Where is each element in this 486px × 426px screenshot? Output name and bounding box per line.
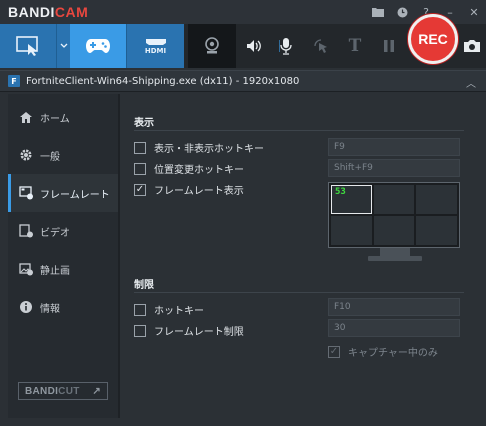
fps-position-grid: 53 (328, 182, 460, 248)
fps-limit-checkbox[interactable] (134, 324, 146, 337)
microphone-button[interactable] (272, 24, 300, 68)
sidebar-item-video[interactable]: ビデオ (8, 212, 118, 250)
sidebar: ホーム 一般 フレームレート ビデオ 静止画 情報 BANDICUT ↗ (8, 94, 118, 418)
position-hotkey-label: 位置変更ホットキー (154, 165, 244, 176)
position-top-center[interactable] (373, 185, 415, 214)
microphone-icon (279, 38, 292, 55)
position-hotkey-field[interactable]: Shift+F9 (328, 159, 460, 177)
display-section-title: 表示 (134, 118, 154, 129)
text-overlay-button[interactable]: T (340, 24, 370, 68)
show-hide-hotkey-field[interactable]: F9 (328, 138, 460, 156)
sidebar-item-label: ホーム (40, 113, 70, 125)
show-fps-checkbox[interactable]: ✓ (134, 183, 146, 196)
info-icon (18, 299, 34, 315)
fps-limit-label: フレームレート制限 (154, 327, 244, 338)
app-logo: BANDICAM (8, 4, 89, 20)
fps-preview-value: 53 (335, 187, 346, 197)
folder-icon[interactable] (366, 0, 390, 24)
gamepad-icon (86, 39, 110, 53)
screen-select-icon (16, 36, 38, 56)
capture-only-option[interactable]: ✓ キャプチャー中のみ (328, 344, 438, 359)
pause-icon (384, 40, 394, 52)
position-bottom-right[interactable] (416, 216, 457, 245)
sidebar-item-general[interactable]: 一般 (8, 136, 118, 174)
screenshot-button[interactable] (459, 24, 485, 68)
show-hide-hotkey-label: 表示・非表示ホットキー (154, 144, 264, 155)
sidebar-item-label: 静止画 (40, 265, 70, 277)
sidebar-item-fps[interactable]: フレームレート (8, 174, 118, 212)
limit-hotkey-label: ホットキー (154, 306, 204, 317)
chevron-down-icon (60, 43, 67, 48)
sidebar-item-label: 一般 (40, 151, 60, 163)
device-mode-button[interactable]: HDMI (126, 24, 184, 68)
bandicut-button[interactable]: BANDICUT ↗ (18, 382, 108, 400)
gear-icon (18, 147, 34, 163)
fps-icon (18, 185, 34, 201)
sidebar-item-home[interactable]: ホーム (8, 98, 118, 136)
title-bar: BANDICAM ? – ✕ (0, 0, 486, 24)
capture-only-checkbox[interactable]: ✓ (328, 345, 340, 358)
target-window-bar[interactable]: F FortniteClient-Win64-Shipping.exe (dx1… (0, 70, 486, 92)
pause-button[interactable] (374, 24, 404, 68)
show-hide-hotkey-option[interactable]: 表示・非表示ホットキー (134, 140, 264, 155)
position-hotkey-option[interactable]: 位置変更ホットキー (134, 161, 244, 176)
position-top-right[interactable] (416, 185, 457, 214)
position-top-left[interactable]: 53 (331, 185, 372, 214)
fps-limit-field[interactable]: 30 (328, 319, 460, 337)
mode-dropdown-button[interactable] (56, 24, 70, 68)
game-mode-button[interactable] (70, 24, 126, 68)
close-icon[interactable]: ✕ (462, 0, 486, 24)
divider (134, 292, 464, 293)
divider (134, 130, 464, 131)
video-icon (18, 223, 34, 239)
target-window-title: FortniteClient-Win64-Shipping.exe (dx11)… (26, 75, 300, 87)
sidebar-item-label: フレームレート (40, 189, 110, 201)
sidebar-item-label: ビデオ (40, 227, 70, 239)
chevron-up-icon[interactable]: ︿ (466, 75, 476, 90)
webcam-icon (205, 37, 219, 54)
cursor-click-icon (314, 39, 327, 53)
speaker-button[interactable] (240, 24, 268, 68)
fps-limit-option[interactable]: フレームレート制限 (134, 323, 244, 338)
position-hotkey-checkbox[interactable] (134, 162, 146, 175)
show-fps-label: フレームレート表示 (154, 186, 244, 197)
monitor-base (368, 256, 422, 261)
sidebar-item-info[interactable]: 情報 (8, 288, 118, 326)
bandicut-logo: BANDICUT (25, 385, 80, 397)
limit-section-title: 制限 (134, 280, 154, 291)
show-hide-hotkey-checkbox[interactable] (134, 141, 146, 154)
limit-hotkey-checkbox[interactable] (134, 303, 146, 316)
cursor-effect-button[interactable] (306, 24, 336, 68)
camera-icon (464, 40, 480, 52)
record-button[interactable]: REC (408, 14, 458, 64)
position-bottom-left[interactable] (331, 216, 372, 245)
screen-mode-button[interactable] (0, 24, 56, 68)
text-icon: T (348, 36, 362, 56)
home-icon (18, 109, 34, 125)
external-link-icon: ↗ (92, 385, 101, 397)
image-icon (18, 261, 34, 277)
target-app-icon: F (8, 75, 20, 87)
limit-hotkey-option[interactable]: ホットキー (134, 302, 204, 317)
clock-icon[interactable] (390, 0, 414, 24)
sidebar-item-image[interactable]: 静止画 (8, 250, 118, 288)
monitor-stand (380, 248, 410, 256)
speaker-icon (247, 40, 261, 52)
hdmi-icon (145, 38, 166, 45)
position-bottom-center[interactable] (373, 216, 415, 245)
fps-settings-panel: 表示 表示・非表示ホットキー F9 位置変更ホットキー Shift+F9 ✓ フ… (120, 94, 478, 418)
limit-hotkey-field[interactable]: F10 (328, 298, 460, 316)
sidebar-item-label: 情報 (40, 303, 60, 315)
capture-only-label: キャプチャー中のみ (348, 348, 438, 359)
hdmi-label: HDMI (144, 46, 167, 55)
main-panel: ホーム 一般 フレームレート ビデオ 静止画 情報 BANDICUT ↗ 表示 (8, 94, 478, 418)
webcam-button[interactable] (188, 24, 236, 68)
show-fps-option[interactable]: ✓ フレームレート表示 (134, 182, 244, 197)
